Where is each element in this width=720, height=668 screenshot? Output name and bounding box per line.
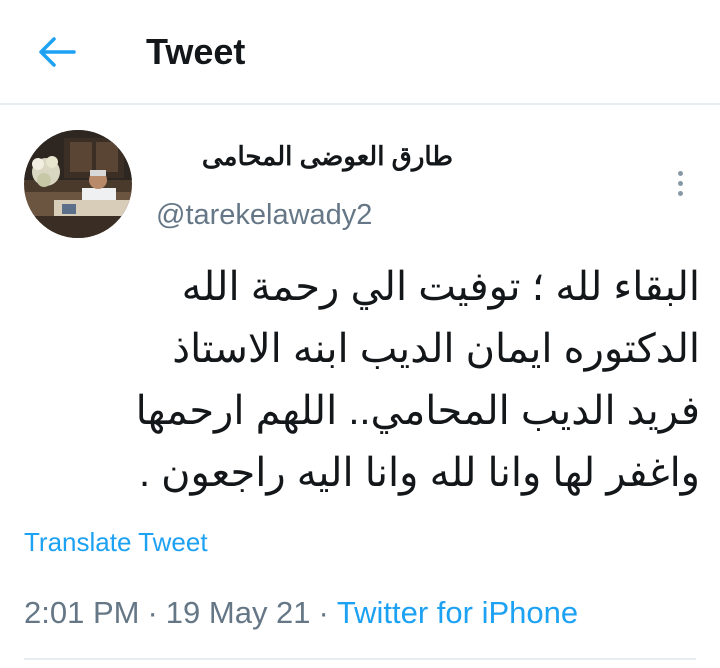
page-title: Tweet — [146, 31, 246, 72]
arrow-left-icon[interactable] — [34, 34, 80, 70]
tweet-text-line: الدكتوره ايمان الديب ابنه الاستاذ — [172, 327, 700, 371]
meta-separator: · — [147, 595, 158, 630]
author-handle[interactable]: @tarekelawady2 — [156, 196, 372, 234]
tweet-time: 2:01 PM — [24, 595, 140, 630]
tweet-source-link[interactable]: Twitter for iPhone — [337, 595, 578, 630]
tweet-text: البقاء لله ؛ توفيت الي رحمة الله الدكتور… — [60, 256, 700, 504]
meta-separator: · — [318, 595, 329, 630]
tweet-text-line: البقاء لله ؛ توفيت الي رحمة الله — [181, 265, 700, 309]
tweet-text-line: فريد الديب المحامي.. اللهم ارحمها — [135, 389, 700, 433]
tweet-text-line: واغفر لها وانا لله وانا اليه راجعون . — [138, 451, 700, 495]
author-name[interactable]: طارق العوضى المحامى — [202, 138, 453, 174]
divider — [24, 658, 696, 660]
translate-tweet-link[interactable]: Translate Tweet — [24, 524, 208, 560]
more-vertical-icon[interactable] — [670, 168, 690, 204]
tweet-meta: 2:01 PM · 19 May 21 · Twitter for iPhone — [24, 592, 578, 634]
tweet-date: 19 May 21 — [165, 595, 311, 630]
top-bar: Tweet — [0, 0, 720, 105]
avatar[interactable] — [24, 130, 132, 238]
